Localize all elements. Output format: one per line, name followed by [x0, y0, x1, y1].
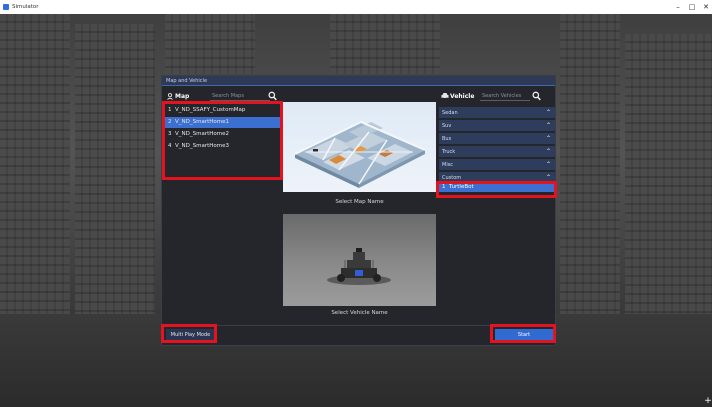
chevron-up-icon: ⌃: [545, 109, 551, 116]
category-sedan[interactable]: Sedan ⌃: [439, 107, 555, 119]
maximize-button[interactable]: □: [686, 2, 698, 12]
category-label: Sedan: [442, 110, 458, 116]
chevron-up-icon: ⌃: [545, 148, 551, 155]
building: [625, 34, 712, 314]
chevron-up-icon: ⌃: [545, 122, 551, 129]
car-icon: [441, 92, 449, 100]
start-button[interactable]: Start: [495, 329, 553, 341]
map-pin-icon: [167, 93, 173, 100]
category-label: Bus: [442, 136, 452, 142]
vehicle-section-label: Vehicle: [450, 93, 475, 100]
map-list-item[interactable]: 4 V_ND_SmartHome3: [165, 141, 280, 152]
map-list-item-selected[interactable]: 2 V_ND_SmartHome1: [165, 117, 280, 128]
map-name-caption: Select Map Name: [335, 199, 384, 205]
category-label: Truck: [442, 149, 456, 155]
map-list-item[interactable]: 1 V_ND_SSAFY_CustomMap: [165, 105, 280, 116]
window-title-bar: Simulator – □ ✕: [0, 0, 712, 14]
vehicle-search-input[interactable]: [480, 91, 530, 101]
map-list: 1 V_ND_SSAFY_CustomMap 2 V_ND_SmartHome1 3…: [165, 104, 280, 176]
search-icon[interactable]: [268, 91, 277, 101]
window-title: Simulator: [12, 4, 39, 10]
map-vehicle-dialog: Map and Vehicle Map 1V_ND_SSAFY_CustomMa…: [161, 75, 556, 346]
app-icon: [3, 4, 9, 10]
building: [560, 14, 620, 314]
building: [75, 24, 155, 314]
dialog-title: Map and Vehicle: [166, 78, 208, 84]
map-item-label: V_ND_SSAFY_CustomMap: [175, 107, 246, 113]
building: [165, 14, 255, 74]
category-label: Suv: [442, 123, 452, 129]
map-item-number: 1: [168, 107, 172, 113]
map-item-label: V_ND_SmartHome3: [175, 143, 229, 149]
map-list-item[interactable]: 3 V_ND_SmartHome2: [165, 129, 280, 140]
map-item-number: 2: [168, 119, 172, 125]
map-item-number: 3: [168, 131, 172, 137]
map-item-label: V_ND_SmartHome1: [175, 119, 229, 125]
vehicle-list-item-selected[interactable]: 1 TurtleBot: [439, 182, 555, 192]
vehicle-item-label: TurtleBot: [449, 184, 474, 190]
add-icon[interactable]: +: [704, 396, 712, 406]
close-button[interactable]: ✕: [700, 2, 712, 12]
vehicle-item-number: 1: [442, 184, 446, 190]
category-truck[interactable]: Truck ⌃: [439, 146, 555, 158]
search-icon[interactable]: [532, 91, 541, 101]
building: [330, 14, 440, 74]
building: [0, 14, 70, 314]
category-misc[interactable]: Misc ⌃: [439, 159, 555, 171]
map-section-label: Map: [175, 93, 190, 100]
map-search-input[interactable]: [210, 91, 270, 101]
category-label: Misc: [442, 162, 454, 168]
dialog-header: Map and Vehicle: [162, 76, 555, 86]
chevron-up-icon: ⌃: [545, 135, 551, 142]
map-item-number: 4: [168, 143, 172, 149]
footer-divider: [162, 325, 555, 326]
category-bus[interactable]: Bus ⌃: [439, 133, 555, 145]
minimize-button[interactable]: –: [672, 2, 684, 12]
category-suv[interactable]: Suv ⌃: [439, 120, 555, 132]
map-item-label: V_ND_SmartHome2: [175, 131, 229, 137]
multi-play-mode-button[interactable]: Multi Play Mode: [166, 329, 215, 341]
chevron-up-icon: ⌃: [545, 161, 551, 168]
vehicle-preview-image: [283, 214, 436, 306]
map-preview-image: [283, 102, 436, 192]
vehicle-name-caption: Select Vehicle Name: [331, 310, 388, 316]
